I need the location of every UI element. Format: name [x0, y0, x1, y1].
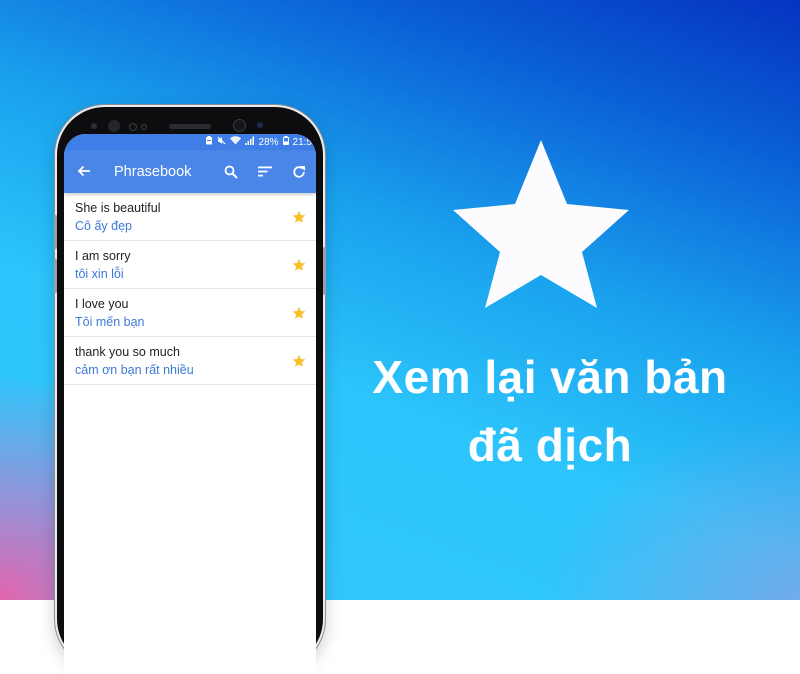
- back-button[interactable]: [64, 162, 104, 182]
- phrase-text: I am sorry tôi xin lỗi: [75, 248, 282, 282]
- proximity-sensor: [91, 123, 97, 129]
- promo-headline-line1: Xem lại văn bản: [372, 351, 728, 403]
- iris-led: [257, 122, 263, 128]
- list-item[interactable]: She is beautiful Cô ấy đẹp: [64, 193, 316, 241]
- arrow-left-icon: [77, 165, 90, 176]
- list-item[interactable]: thank you so much cảm ơn bạn rất nhiều: [64, 337, 316, 385]
- star-icon: [292, 210, 306, 223]
- power-button: [323, 247, 326, 295]
- favorite-toggle[interactable]: [282, 210, 316, 224]
- promo-headline-line2: đã dịch: [467, 419, 633, 471]
- phone-mockup: 28% 21:5 Phrasebook She is beautiful Cô …: [54, 107, 326, 674]
- refresh-button[interactable]: [282, 165, 316, 179]
- battery-percent: 28%: [258, 136, 279, 148]
- favorite-toggle[interactable]: [282, 354, 316, 368]
- battery-icon: [282, 136, 289, 148]
- sort-button[interactable]: [248, 166, 282, 177]
- search-button[interactable]: [214, 165, 248, 179]
- phrase-translation: cảm ơn bạn rất nhiều: [75, 362, 194, 377]
- star-icon: [292, 354, 306, 367]
- phrase-translation: Cô ấy đẹp: [75, 218, 132, 233]
- star-icon: [453, 140, 629, 308]
- phrase-text: I love you Tôi mến bạn: [75, 296, 282, 330]
- favorite-toggle[interactable]: [282, 306, 316, 320]
- page-title: Phrasebook: [114, 163, 192, 180]
- iris-sensor: [129, 123, 137, 131]
- phrase-source: I am sorry: [75, 248, 131, 263]
- phrase-text: She is beautiful Cô ấy đẹp: [75, 200, 282, 234]
- bixby-button: [54, 259, 57, 293]
- volume-button: [54, 215, 57, 249]
- sort-icon: [258, 166, 272, 177]
- phrase-translation: Tôi mến bạn: [75, 314, 145, 329]
- app-bar: Phrasebook: [64, 150, 316, 193]
- light-sensor: [141, 124, 147, 130]
- phrase-list: She is beautiful Cô ấy đẹp I am sorry tô…: [64, 193, 316, 385]
- front-camera: [108, 120, 120, 132]
- phrase-text: thank you so much cảm ơn bạn rất nhiều: [75, 344, 282, 378]
- list-item[interactable]: I am sorry tôi xin lỗi: [64, 241, 316, 289]
- signal-icon: [244, 136, 255, 148]
- search-icon: [224, 165, 238, 179]
- phrase-source: thank you so much: [75, 344, 180, 359]
- star-icon: [292, 258, 306, 271]
- mute-icon: [217, 136, 226, 148]
- phrase-translation: tôi xin lỗi: [75, 266, 124, 281]
- phone-screen: 28% 21:5 Phrasebook She is beautiful Cô …: [64, 134, 316, 674]
- refresh-icon: [293, 165, 305, 178]
- list-item[interactable]: I love you Tôi mến bạn: [64, 289, 316, 337]
- favorite-toggle[interactable]: [282, 258, 316, 272]
- earpiece-speaker: [169, 124, 211, 129]
- wifi-icon: [229, 136, 241, 148]
- status-bar: 28% 21:5: [64, 134, 316, 150]
- phrase-source: I love you: [75, 296, 129, 311]
- phrase-source: She is beautiful: [75, 200, 161, 215]
- iris-camera: [233, 119, 246, 132]
- status-time: 21:5: [292, 136, 312, 148]
- star-icon: [292, 306, 306, 319]
- battery-saver-icon: [205, 136, 213, 148]
